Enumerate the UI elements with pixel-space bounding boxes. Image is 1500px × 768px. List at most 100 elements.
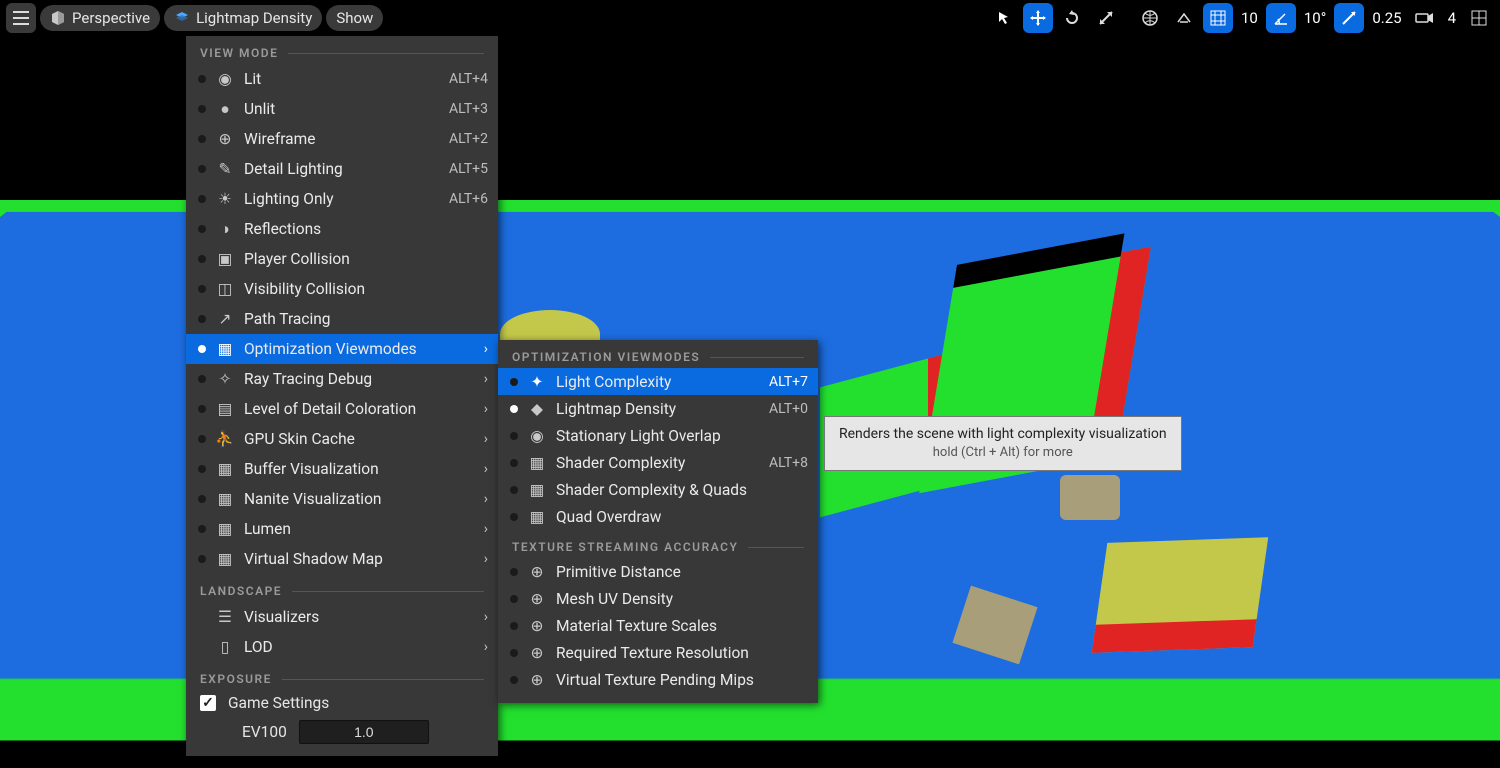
submenu-item-shader-complexity-quads[interactable]: ▦Shader Complexity & Quads	[498, 476, 818, 503]
menu-item-gpu-skin-cache[interactable]: ⛹GPU Skin Cache›	[186, 424, 498, 454]
menu-item-lit[interactable]: ◉LitALT+4	[186, 64, 498, 94]
select-tool[interactable]	[989, 3, 1019, 33]
chevron-right-icon: ›	[484, 521, 488, 537]
submenu-item-stationary-light-overlap[interactable]: ◉Stationary Light Overlap	[498, 422, 818, 449]
brush-icon: ✎	[216, 160, 234, 178]
menu-item-reflections[interactable]: ◑Reflections	[186, 214, 498, 244]
scale-tool[interactable]	[1091, 3, 1121, 33]
menu-item-visualizers[interactable]: ☰Visualizers›	[186, 602, 498, 632]
angle-snap-toggle[interactable]	[1266, 3, 1296, 33]
chevron-right-icon: ›	[484, 401, 488, 417]
shader-quad-icon: ▦	[528, 481, 546, 499]
chevron-right-icon: ›	[484, 371, 488, 387]
menu-item-wireframe[interactable]: ⊕WireframeALT+2	[186, 124, 498, 154]
section-header-exposure: EXPOSURE	[186, 662, 498, 690]
menu-item-lod[interactable]: ▯LOD›	[186, 632, 498, 662]
tooltip-subtitle: hold (Ctrl + Alt) for more	[839, 444, 1167, 463]
overlap-icon: ◉	[528, 427, 546, 445]
submenu-item-lightmap-density[interactable]: ◆Lightmap DensityALT+0	[498, 395, 818, 422]
menu-item-nanite-visualization[interactable]: ▦Nanite Visualization›	[186, 484, 498, 514]
ray-icon: ✧	[216, 370, 234, 388]
hamburger-button[interactable]	[6, 3, 36, 33]
section-header-texture-streaming: TEXTURE STREAMING ACCURACY	[498, 530, 818, 558]
menu-item-buffer-visualization[interactable]: ▦Buffer Visualization›	[186, 454, 498, 484]
camera-icon: ▣	[216, 250, 234, 268]
game-settings-checkbox[interactable]: ✓	[200, 695, 216, 711]
viewport-toolbar: Perspective Lightmap Density Show 10 10°…	[0, 0, 1500, 36]
bulb-icon: ☀	[216, 190, 234, 208]
scale-snap-toggle[interactable]	[1334, 3, 1364, 33]
submenu-item-virtual-texture-pending[interactable]: ⊕Virtual Texture Pending Mips	[498, 666, 818, 693]
grid-icon: ▦	[528, 508, 546, 526]
cube-icon	[50, 10, 66, 26]
chevron-right-icon: ›	[484, 431, 488, 447]
grid-snap-toggle[interactable]	[1203, 3, 1233, 33]
menu-item-ray-tracing-debug[interactable]: ✧Ray Tracing Debug›	[186, 364, 498, 394]
rotate-tool[interactable]	[1057, 3, 1087, 33]
ev100-label: EV100	[242, 723, 287, 741]
viewmode-menu: VIEW MODE ◉LitALT+4 ●UnlitALT+3 ⊕Wirefra…	[186, 36, 498, 756]
chevron-right-icon: ›	[484, 639, 488, 655]
sliders-icon: ☰	[216, 608, 234, 626]
submenu-item-required-texture-resolution[interactable]: ⊕Required Texture Resolution	[498, 639, 818, 666]
show-label: Show	[336, 9, 373, 27]
section-header-viewmode: VIEW MODE	[186, 36, 498, 64]
submenu-item-light-complexity[interactable]: ✦Light ComplexityALT+7	[498, 368, 818, 395]
person-icon: ⛹	[216, 430, 234, 448]
submenu-item-material-texture-scales[interactable]: ⊕Material Texture Scales	[498, 612, 818, 639]
chevron-right-icon: ›	[484, 551, 488, 567]
lumen-icon: ▦	[216, 520, 234, 538]
perspective-label: Perspective	[72, 9, 150, 27]
menu-item-unlit[interactable]: ●UnlitALT+3	[186, 94, 498, 124]
menu-item-visibility-collision[interactable]: ◫Visibility Collision	[186, 274, 498, 304]
grid-icon: ▦	[216, 340, 234, 358]
submenu-item-quad-overdraw[interactable]: ▦Quad Overdraw	[498, 503, 818, 530]
menu-item-lighting-only[interactable]: ☀Lighting OnlyALT+6	[186, 184, 498, 214]
camera-speed-button[interactable]	[1410, 3, 1440, 33]
viewport-obj	[1060, 475, 1120, 520]
grid-snap-value[interactable]: 10	[1237, 9, 1262, 27]
perspective-dropdown[interactable]: Perspective	[40, 5, 160, 31]
surface-snap-toggle[interactable]	[1169, 3, 1199, 33]
shader-icon: ▦	[528, 454, 546, 472]
circle-icon: ●	[216, 100, 234, 118]
submenu-item-mesh-uv-density[interactable]: ⊕Mesh UV Density	[498, 585, 818, 612]
camera-speed-value[interactable]: 4	[1444, 9, 1460, 27]
menu-item-virtual-shadow-map[interactable]: ▦Virtual Shadow Map›	[186, 544, 498, 574]
submenu-item-primitive-distance[interactable]: ⊕Primitive Distance	[498, 558, 818, 585]
vsm-icon: ▦	[216, 550, 234, 568]
menu-item-player-collision[interactable]: ▣Player Collision	[186, 244, 498, 274]
scale-snap-value[interactable]: 0.25	[1368, 9, 1405, 27]
light-icon: ✦	[528, 373, 546, 391]
menu-item-lumen[interactable]: ▦Lumen›	[186, 514, 498, 544]
target-icon: ⊕	[528, 644, 546, 662]
menu-item-lod-coloration[interactable]: ▤Level of Detail Coloration›	[186, 394, 498, 424]
show-dropdown[interactable]: Show	[326, 5, 383, 31]
angle-snap-value[interactable]: 10°	[1300, 9, 1330, 27]
target-icon: ⊕	[528, 590, 546, 608]
ev100-input[interactable]	[299, 720, 429, 744]
sun-icon: ◉	[216, 70, 234, 88]
chevron-right-icon: ›	[484, 341, 488, 357]
viewport-obj	[1092, 537, 1268, 653]
section-header-landscape: LANDSCAPE	[186, 574, 498, 602]
submenu-item-shader-complexity[interactable]: ▦Shader ComplexityALT+8	[498, 449, 818, 476]
translate-tool[interactable]	[1023, 3, 1053, 33]
nanite-icon: ▦	[216, 490, 234, 508]
coord-space-toggle[interactable]	[1135, 3, 1165, 33]
chevron-right-icon: ›	[484, 491, 488, 507]
buffer-icon: ▦	[216, 460, 234, 478]
target-icon: ⊕	[528, 563, 546, 581]
graph-icon: ↗	[216, 310, 234, 328]
menu-item-detail-lighting[interactable]: ✎Detail LightingALT+5	[186, 154, 498, 184]
chevron-right-icon: ›	[484, 609, 488, 625]
viewmode-label: Lightmap Density	[196, 9, 312, 27]
viewport-layout-button[interactable]	[1464, 3, 1494, 33]
stack-icon: ▯	[216, 638, 234, 656]
menu-item-path-tracing[interactable]: ↗Path Tracing	[186, 304, 498, 334]
clock-icon: ◑	[216, 220, 234, 238]
viewmode-dropdown[interactable]: Lightmap Density	[164, 5, 322, 31]
section-header-optimization: OPTIMIZATION VIEWMODES	[498, 340, 818, 368]
layers-icon	[174, 10, 190, 26]
menu-item-optimization-viewmodes[interactable]: ▦Optimization Viewmodes›	[186, 334, 498, 364]
